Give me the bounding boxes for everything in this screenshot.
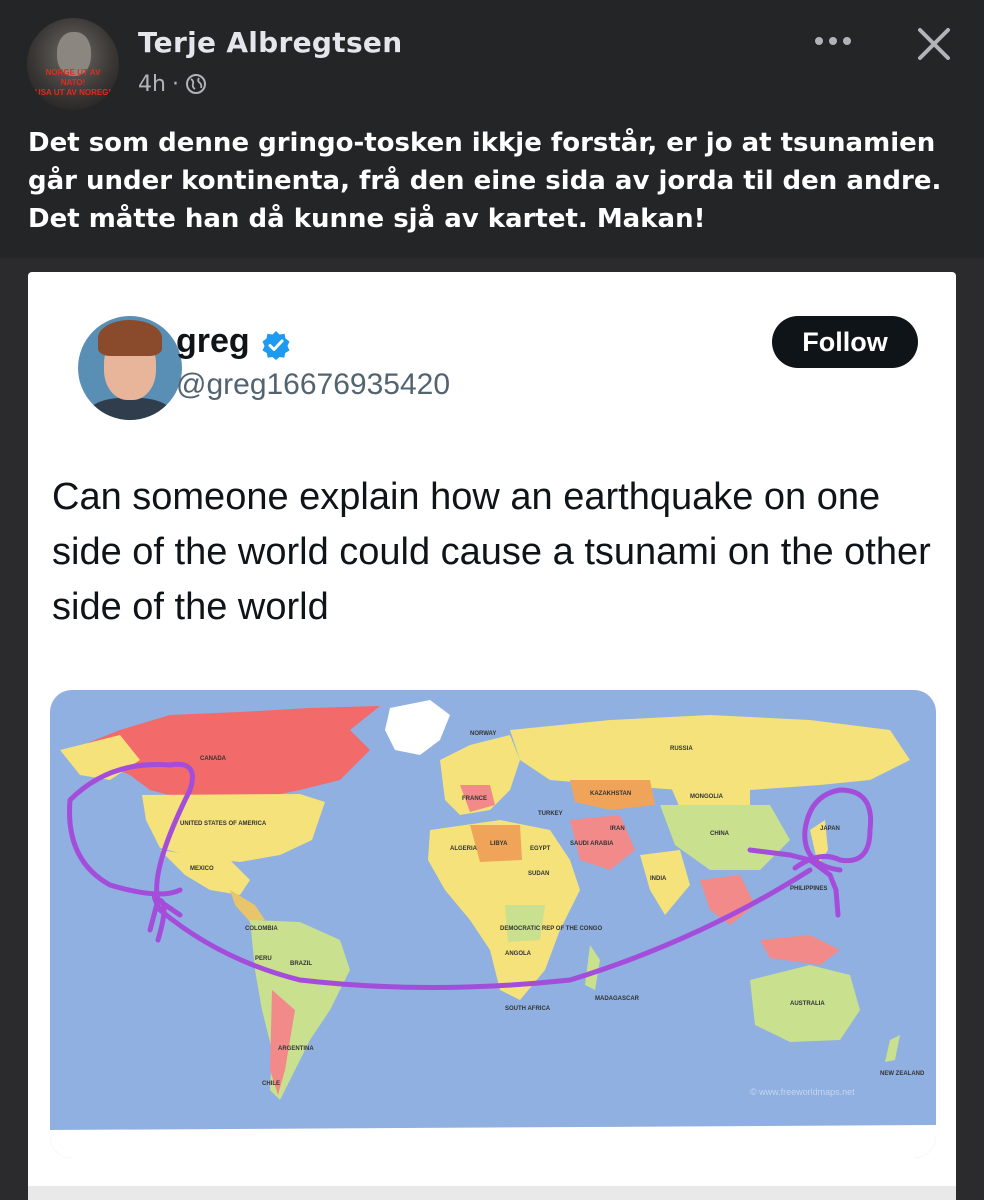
label-india: INDIA [650,876,667,882]
label-south-africa: SOUTH AFRICA [505,1006,551,1012]
shared-tweet-screenshot[interactable]: greg @greg16676935420 Follow Can someone… [28,272,956,1200]
label-mexico: MEXICO [190,866,214,872]
map-watermark: © www.freeworldmaps.net [750,1087,855,1097]
russia-shape [510,715,910,790]
label-philippines: PHILIPPINES [790,886,827,892]
label-argentina: ARGENTINA [278,1046,314,1052]
label-usa: UNITED STATES OF AMERICA [180,821,267,827]
tweet-text: Can someone explain how an earthquake on… [52,476,931,628]
post-meta: 4h · [138,72,207,97]
tweet-author-handle[interactable]: @greg16676935420 [176,368,450,402]
globe-icon [185,74,206,94]
label-france: FRANCE [462,796,487,802]
label-peru: PERU [255,956,272,962]
label-saudi: SAUDI ARABIA [570,841,614,847]
label-mongolia: MONGOLIA [690,794,724,800]
card-bottom-edge [28,1186,956,1200]
label-japan: JAPAN [820,826,840,832]
avatar-shirt [88,398,172,420]
meta-separator: · [171,72,179,97]
label-colombia: COLOMBIA [245,926,278,932]
world-map-svg: CANADA UNITED STATES OF AMERICA MEXICO B… [50,690,936,1158]
label-australia: AUSTRALIA [790,1001,825,1007]
label-russia: RUSSIA [670,746,693,752]
label-madagascar: MADAGASCAR [595,996,640,1002]
label-canada: CANADA [200,756,227,762]
label-angola: ANGOLA [505,951,532,957]
follow-button[interactable]: Follow [772,316,918,368]
avatar-banner-line2: USA UT AV NOREG! [34,88,112,97]
congo-shape [505,905,545,942]
label-chile: CHILE [262,1081,280,1087]
label-sudan: SUDAN [528,871,549,877]
label-iran: IRAN [610,826,625,832]
label-libya: LIBYA [490,841,508,847]
label-congo: DEMOCRATIC REP OF THE CONGO [500,926,602,932]
avatar-hair [98,320,162,356]
world-map-image[interactable]: CANADA UNITED STATES OF AMERICA MEXICO B… [50,690,936,1158]
label-brazil: BRAZIL [290,961,312,967]
post-text: Det som denne gringo-tosken ikkje forstå… [28,128,942,234]
author-name[interactable]: Terje Albregtsen [138,26,402,59]
label-china: CHINA [710,831,730,837]
avatar-banner: NORGE UT AV NATO! USA UT AV NOREG! [33,68,113,98]
close-icon[interactable] [912,22,956,66]
avatar-banner-line1: NORGE UT AV NATO! [45,68,101,87]
post-time[interactable]: 4h [138,72,166,97]
tweet-author-name[interactable]: greg [176,322,250,361]
tweet-author-avatar[interactable] [78,316,182,420]
facebook-post-header: NORGE UT AV NATO! USA UT AV NOREG! Terje… [0,0,984,258]
more-options-icon[interactable] [810,28,856,54]
label-turkey: TURKEY [538,811,563,817]
verified-badge-icon [262,331,290,360]
antarctica-shape [50,1125,936,1158]
label-norway: NORWAY [470,731,496,737]
label-new-zealand: NEW ZEALAND [880,1071,925,1077]
label-kazakhstan: KAZAKHSTAN [590,791,631,797]
label-algeria: ALGERIA [450,846,478,852]
label-egypt: EGYPT [530,846,551,852]
author-avatar[interactable]: NORGE UT AV NATO! USA UT AV NOREG! [27,18,119,110]
